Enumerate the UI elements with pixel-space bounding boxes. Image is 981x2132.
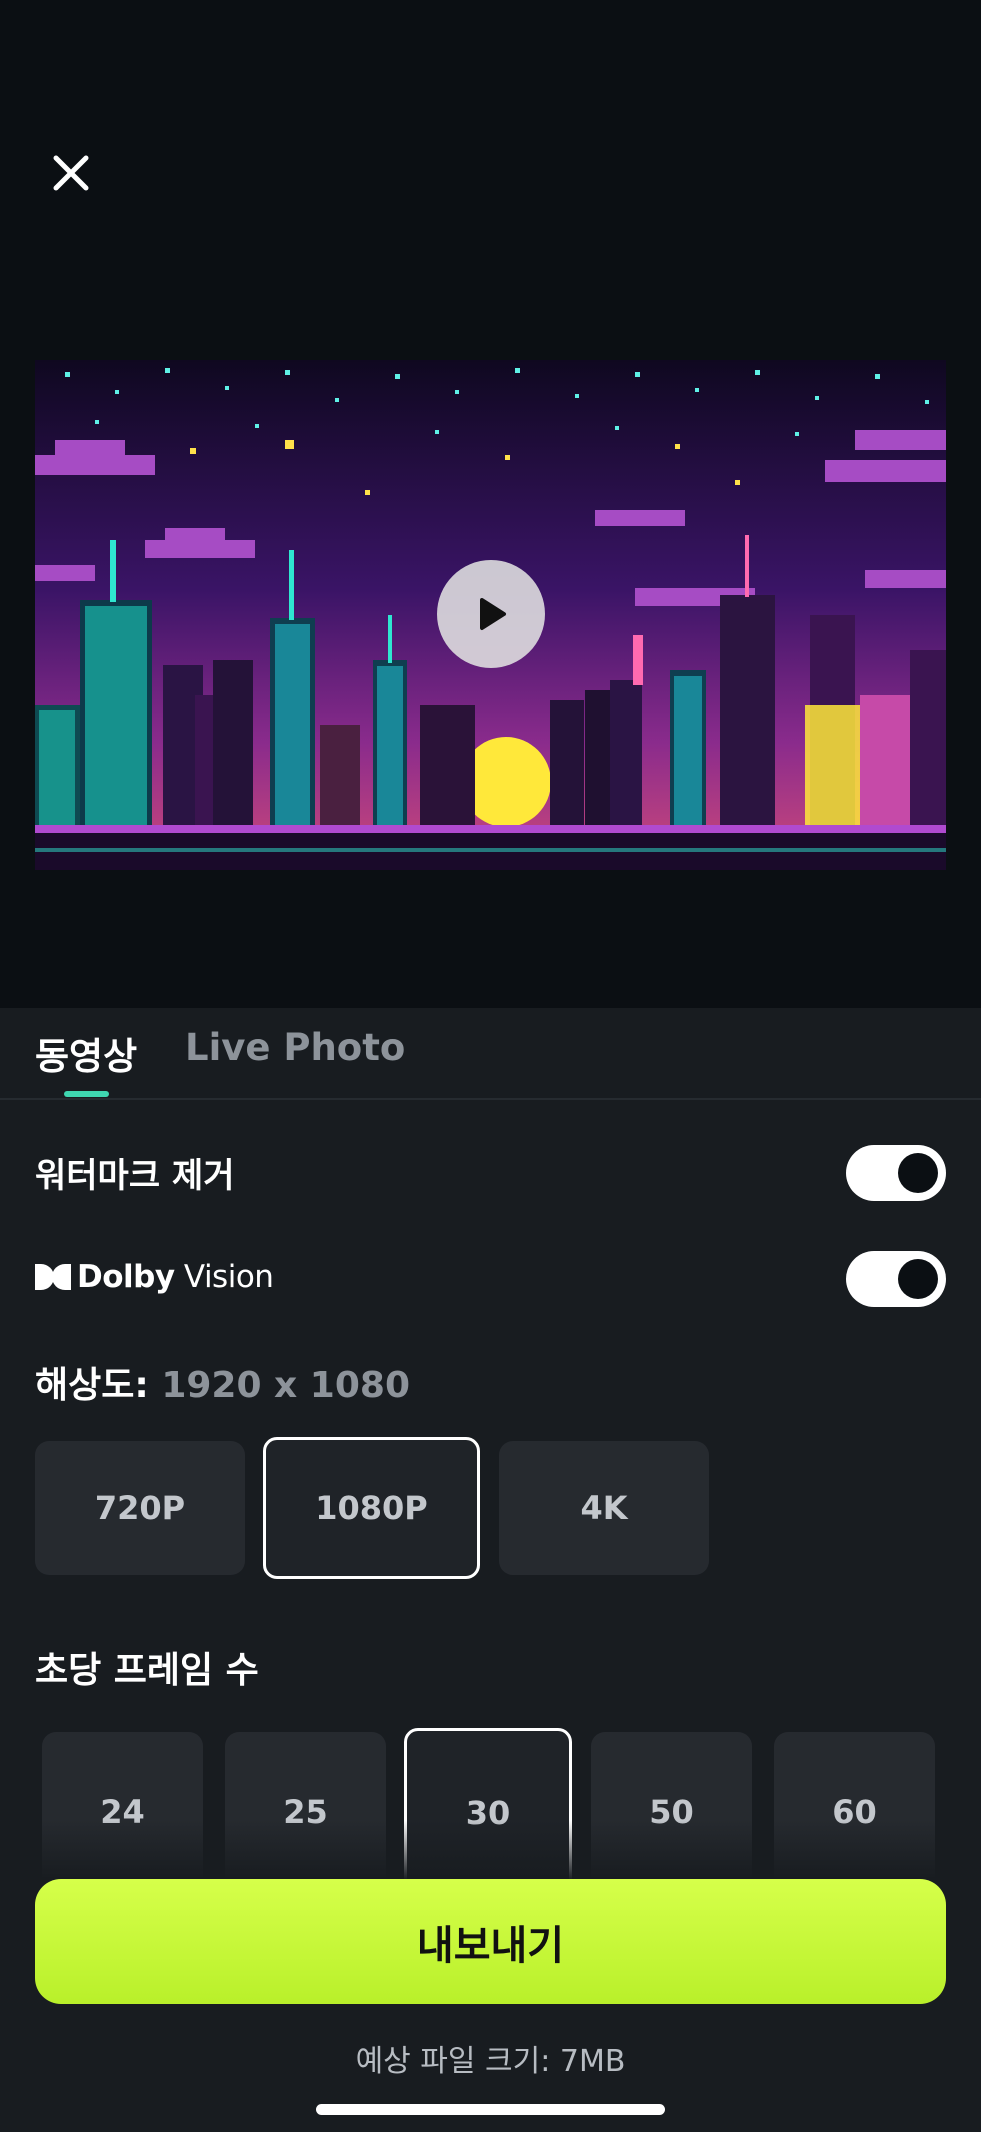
watermark-remove-toggle[interactable] bbox=[846, 1145, 946, 1201]
estimated-file-size: 예상 파일 크기: 7MB bbox=[355, 2044, 626, 2079]
dolby-brand-text: Dolby bbox=[77, 1259, 175, 1295]
toggle-knob bbox=[898, 1259, 938, 1299]
watermark-remove-label: 워터마크 제거 bbox=[35, 1156, 235, 1196]
export-button[interactable]: 내보내기 bbox=[35, 1879, 946, 2004]
fps-option-50[interactable]: 50 bbox=[591, 1732, 752, 1880]
home-indicator[interactable] bbox=[316, 2104, 665, 2115]
close-icon bbox=[53, 155, 89, 191]
fps-option-24[interactable]: 24 bbox=[42, 1732, 203, 1880]
fps-heading: 초당 프레임 수 bbox=[35, 1650, 259, 1691]
preview-area bbox=[0, 0, 981, 1008]
resolution-option-1080p[interactable]: 1080P bbox=[263, 1437, 480, 1579]
resolution-heading: 해상도: 1920 x 1080 bbox=[35, 1356, 410, 1408]
fps-option-30[interactable]: 30 bbox=[404, 1728, 572, 1880]
dolby-vision-label: Dolby Vision bbox=[35, 1257, 274, 1297]
dolby-logo-icon bbox=[35, 1264, 71, 1290]
fps-option-25[interactable]: 25 bbox=[225, 1732, 386, 1880]
dolby-vision-toggle[interactable] bbox=[846, 1251, 946, 1307]
tab-live-photo[interactable]: Live Photo bbox=[185, 1026, 405, 1069]
resolution-value: 1920 x 1080 bbox=[161, 1365, 410, 1406]
tab-video[interactable]: 동영상 bbox=[35, 1026, 137, 1080]
tab-bar: 동영상 Live Photo bbox=[0, 1008, 981, 1100]
resolution-label: 해상도: bbox=[35, 1365, 149, 1406]
resolution-option-720p[interactable]: 720P bbox=[35, 1441, 245, 1575]
resolution-option-4k[interactable]: 4K bbox=[499, 1441, 709, 1575]
play-icon bbox=[480, 598, 506, 630]
fps-option-60[interactable]: 60 bbox=[774, 1732, 935, 1880]
active-tab-indicator bbox=[64, 1091, 109, 1097]
fps-options: 24 25 30 50 60 bbox=[0, 1720, 981, 1880]
vision-text: Vision bbox=[183, 1259, 274, 1295]
toggle-knob bbox=[898, 1153, 938, 1193]
video-preview[interactable] bbox=[35, 360, 946, 870]
play-button[interactable] bbox=[437, 560, 545, 668]
export-settings-sheet: 동영상 Live Photo 워터마크 제거 Dolby Vision 해상도:… bbox=[0, 1008, 981, 2132]
close-button[interactable] bbox=[46, 148, 96, 198]
